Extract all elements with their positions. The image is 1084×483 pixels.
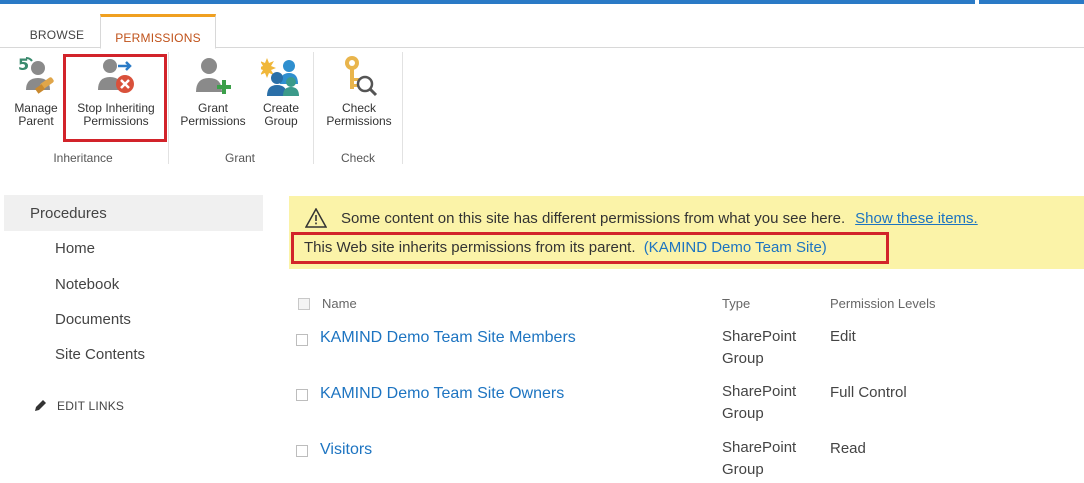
column-header-permission-levels[interactable]: Permission Levels: [830, 296, 936, 311]
ribbon-body: 5 Manage Parent Stop Inheriting Permissi…: [0, 48, 410, 170]
type-line-1: SharePoint: [722, 328, 797, 345]
grant-permissions-button[interactable]: Grant Permissions: [174, 54, 252, 128]
inherit-notice-text: This Web site inherits permissions from …: [304, 239, 636, 256]
column-header-name[interactable]: Name: [322, 296, 357, 311]
edit-links-button[interactable]: EDIT LINKS: [33, 399, 124, 413]
highlight-stop-inheriting: [63, 54, 167, 142]
permissions-notice: Some content on this site has different …: [289, 196, 1084, 269]
group-name-link[interactable]: KAMIND Demo Team Site Members: [320, 329, 576, 347]
warning-icon: [305, 208, 327, 228]
group-label-grant: Grant: [224, 151, 255, 165]
group-type: SharePoint Group: [722, 326, 812, 370]
nav-item-home[interactable]: Home: [55, 240, 95, 257]
group-separator: [402, 52, 403, 164]
row-checkbox[interactable]: [296, 389, 308, 401]
type-line-2: Group: [722, 405, 764, 422]
group-separator: [313, 52, 314, 164]
group-label-inheritance: Inheritance: [53, 151, 113, 165]
permission-level: Full Control: [830, 384, 907, 401]
select-all-checkbox[interactable]: [298, 298, 310, 310]
create-group-button[interactable]: Create Group: [256, 54, 306, 128]
group-name-link[interactable]: KAMIND Demo Team Site Owners: [320, 385, 564, 403]
type-line-2: Group: [722, 350, 764, 367]
nav-item-site-contents[interactable]: Site Contents: [55, 346, 145, 363]
pencil-icon: [35, 400, 46, 411]
row-checkbox[interactable]: [296, 334, 308, 346]
grant-permissions-label-2: Permissions: [180, 114, 246, 128]
show-these-items-link[interactable]: Show these items.: [855, 210, 978, 227]
group-separator: [168, 52, 169, 164]
nav-item-notebook[interactable]: Notebook: [55, 276, 119, 293]
ribbon-tabs: BROWSE PERMISSIONS: [0, 4, 1084, 49]
nav-header-procedures[interactable]: Procedures: [4, 195, 263, 231]
column-header-type[interactable]: Type: [722, 296, 750, 311]
manage-parent-label-2: Parent: [18, 114, 54, 128]
inherit-notice-highlight: This Web site inherits permissions from …: [291, 232, 889, 264]
group-type: SharePoint Group: [722, 437, 812, 481]
notice-message: Some content on this site has different …: [341, 209, 846, 227]
manage-parent-icon: 5: [18, 55, 54, 94]
notice-message-row: Some content on this site has different …: [305, 208, 978, 228]
manage-parent-button[interactable]: 5 Manage Parent: [8, 54, 64, 128]
create-group-label-2: Group: [264, 114, 298, 128]
group-label-check: Check: [340, 151, 375, 165]
type-line-1: SharePoint: [722, 439, 797, 456]
nav-item-documents[interactable]: Documents: [55, 311, 131, 328]
check-permissions-button[interactable]: Check Permissions: [320, 54, 398, 128]
check-permissions-icon: [345, 56, 378, 97]
create-group-icon: [261, 58, 299, 96]
tab-browse[interactable]: BROWSE: [22, 21, 92, 49]
type-line-2: Group: [722, 461, 764, 478]
check-permissions-label-2: Permissions: [326, 114, 392, 128]
permission-level: Read: [830, 440, 866, 457]
type-line-1: SharePoint: [722, 383, 797, 400]
grant-permissions-icon: [196, 58, 231, 94]
group-type: SharePoint Group: [722, 381, 812, 425]
row-checkbox[interactable]: [296, 445, 308, 457]
tab-permissions[interactable]: PERMISSIONS: [100, 14, 216, 49]
edit-links-label: EDIT LINKS: [57, 399, 125, 413]
group-name-link[interactable]: Visitors: [320, 441, 372, 459]
permission-level: Edit: [830, 328, 856, 345]
parent-site-link[interactable]: (KAMIND Demo Team Site): [644, 239, 827, 256]
